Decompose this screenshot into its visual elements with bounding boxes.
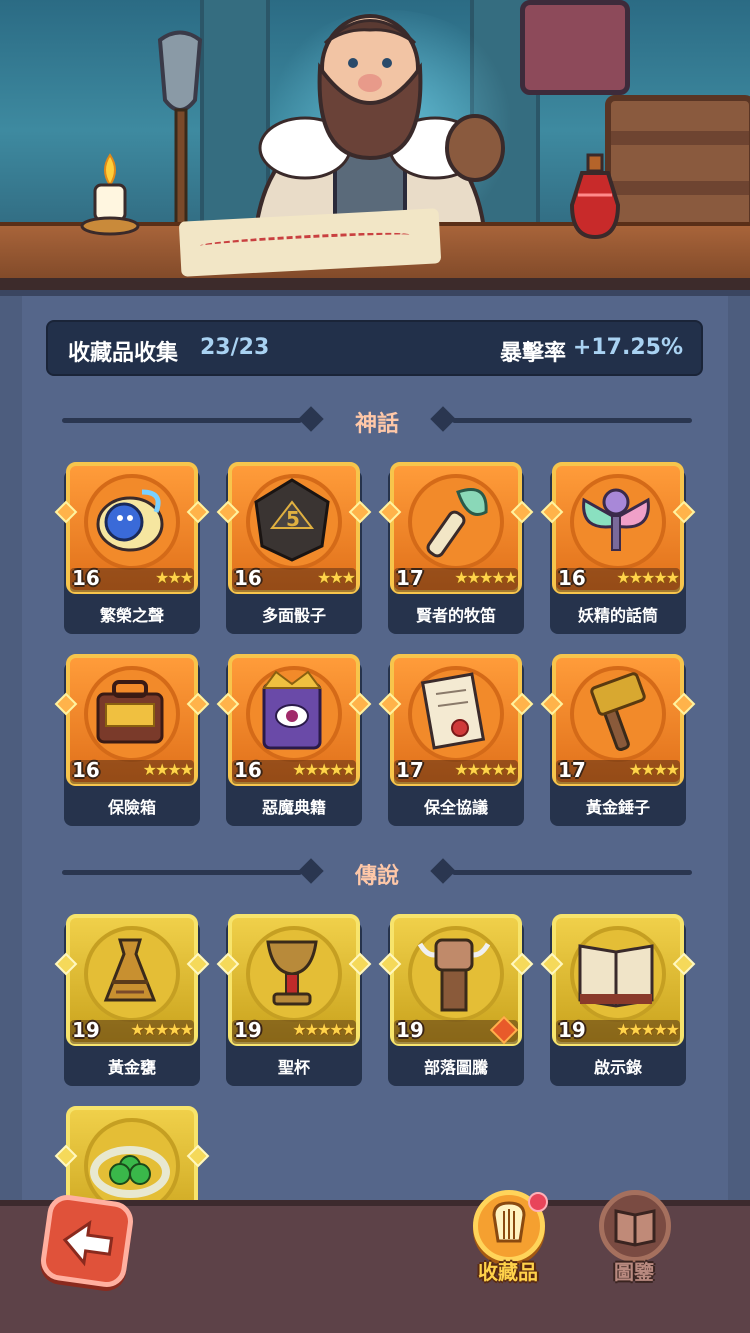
item-name: 黃金甕	[107, 1058, 156, 1077]
open-book-icon	[578, 944, 654, 1008]
divider-line	[452, 418, 692, 423]
collection-item-card[interactable]: 16 ★★★ 繁榮之聲	[54, 462, 210, 634]
item-level: 16	[234, 758, 262, 782]
item-level: 19	[396, 1018, 424, 1042]
tab-codex-label: 圖鑒	[614, 1260, 654, 1284]
item-name: 聖杯	[277, 1058, 310, 1077]
item-name: 繁榮之聲	[99, 606, 164, 625]
collection-item-card[interactable]: 17 ★★★★★ 賢者的牧笛	[378, 462, 534, 634]
item-level: 16	[234, 566, 262, 590]
clover-ring-icon	[90, 1146, 170, 1198]
demon-book-icon	[262, 670, 322, 750]
collection-summary-bar: 收藏品收集 23/23 暴擊率 +17.25%	[46, 320, 703, 376]
book-icon	[614, 1209, 656, 1247]
item-level: 17	[396, 758, 424, 782]
collection-item-card[interactable]: 16 ★★★★ 保險箱	[54, 654, 210, 826]
item-name: 保全協議	[423, 798, 488, 817]
star-rating: ★★★★★	[130, 1020, 194, 1039]
fairy-microphone-icon	[582, 488, 650, 551]
collection-item-card[interactable]: 19 部落圖騰	[378, 914, 534, 1086]
notification-dot	[528, 1192, 548, 1212]
item-level: 19	[558, 1018, 586, 1042]
golden-hammer-icon	[590, 672, 646, 752]
crit-rate-label: 暴擊率	[500, 341, 567, 366]
tab-collection-label: 收藏品	[478, 1260, 538, 1284]
collection-count: 23/23	[200, 335, 270, 360]
collection-item-card[interactable]	[54, 1106, 210, 1238]
item-level: 19	[72, 1018, 100, 1042]
item-name: 妖精的話筒	[577, 606, 658, 625]
item-name: 惡魔典籍	[261, 798, 326, 817]
tribal-totem-icon	[417, 938, 491, 1012]
item-name: 多面骰子	[261, 606, 326, 625]
section-header-myth: 神話	[50, 403, 704, 437]
collection-item-card[interactable]: 19 ★★★★★ 黃金甕	[54, 914, 210, 1086]
hero-border	[0, 278, 750, 290]
candle-icon	[80, 153, 140, 236]
dwarf-merchant-icon	[252, 14, 505, 238]
feather-flute-icon	[426, 488, 488, 558]
star-rating: ★★★★★	[616, 568, 680, 587]
collection-item-card[interactable]: 19 ★★★★★ 啟示錄	[540, 914, 696, 1086]
item-name: 部落圖騰	[423, 1058, 488, 1077]
item-level: 16	[558, 566, 586, 590]
section-header-legend: 傳說	[50, 855, 704, 889]
potion-bottle-icon	[569, 153, 621, 240]
item-level: 17	[558, 758, 586, 782]
shovel-icon	[157, 30, 203, 240]
scroll-contract-icon	[420, 672, 486, 750]
back-arrow-icon	[62, 1220, 114, 1267]
codex-tab-icon	[599, 1190, 671, 1262]
star-rating: ★★★★★	[454, 760, 518, 779]
collection-item-card[interactable]: 16 ★★★★★ 惡魔典籍	[216, 654, 372, 826]
svg-text:5: 5	[286, 507, 300, 531]
star-rating: ★★★★★	[292, 1020, 356, 1039]
holy-grail-icon	[266, 940, 318, 1006]
wall-totem-icon	[520, 0, 630, 95]
star-rating: ★★★	[316, 568, 356, 587]
star-rating: ★★★★★	[616, 1020, 680, 1039]
star-rating: ★★★	[154, 568, 194, 587]
item-name: 賢者的牧笛	[415, 606, 496, 625]
item-level: 16	[72, 566, 100, 590]
item-level: 19	[234, 1018, 262, 1042]
collection-item-card[interactable]: 16 ★★★★★ 妖精的話筒	[540, 462, 696, 634]
treasure-chest-icon	[96, 680, 164, 744]
item-level: 16	[72, 758, 100, 782]
item-name: 黃金錘子	[585, 798, 650, 817]
star-rating: ★★★★	[142, 760, 194, 779]
dice-icon: 5	[254, 478, 330, 562]
star-rating: ★★★★	[628, 760, 680, 779]
collection-item-card[interactable]: 17 ★★★★★ 保全協議	[378, 654, 534, 826]
collection-item-card[interactable]: 5 16 ★★★ 多面骰子	[216, 462, 372, 634]
collection-item-card[interactable]: 19 ★★★★★ 聖杯	[216, 914, 372, 1086]
blue-spirit-icon	[96, 489, 164, 552]
item-level: 17	[396, 566, 424, 590]
crit-rate-value: +17.25%	[572, 335, 683, 360]
divider-line	[452, 870, 692, 875]
collection-label: 收藏品收集	[68, 341, 179, 366]
star-rating: ★★★★★	[292, 760, 356, 779]
collection-item-card[interactable]: 17 ★★★★ 黃金錘子	[540, 654, 696, 826]
golden-urn-icon	[103, 938, 157, 1002]
tab-collection[interactable]: 收藏品	[458, 1190, 558, 1290]
hero-scene	[0, 0, 750, 290]
star-rating: ★★★★★	[454, 568, 518, 587]
tab-codex[interactable]: 圖鑒	[584, 1190, 684, 1290]
back-button[interactable]	[38, 1192, 136, 1290]
item-name: 啟示錄	[593, 1058, 642, 1077]
item-name: 保險箱	[107, 798, 156, 817]
